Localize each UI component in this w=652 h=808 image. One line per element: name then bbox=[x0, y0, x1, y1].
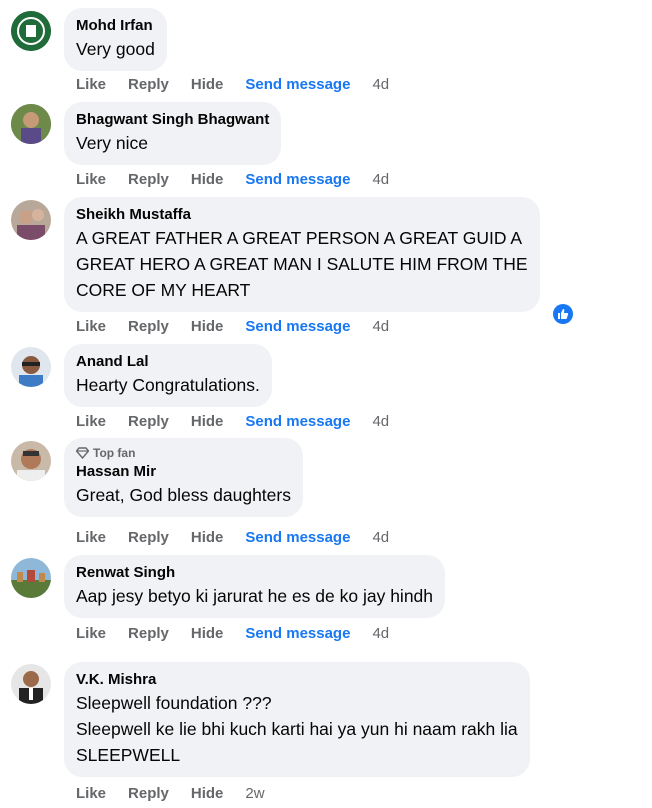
top-fan-label: Top fan bbox=[93, 446, 136, 460]
person-icon bbox=[11, 664, 51, 704]
like-button[interactable]: Like bbox=[76, 625, 106, 642]
hide-button[interactable]: Hide bbox=[191, 318, 224, 335]
timestamp[interactable]: 4d bbox=[372, 318, 389, 335]
comment-author[interactable]: V.K. Mishra bbox=[76, 670, 518, 690]
comment-author[interactable]: Mohd Irfan bbox=[76, 16, 155, 36]
like-icon bbox=[558, 309, 569, 319]
reply-button[interactable]: Reply bbox=[128, 529, 169, 546]
comment-actions: Like Reply Hide Send message 4d bbox=[76, 171, 411, 188]
reply-button[interactable]: Reply bbox=[128, 625, 169, 642]
like-button[interactable]: Like bbox=[76, 171, 106, 188]
like-button[interactable]: Like bbox=[76, 76, 106, 93]
avatar[interactable] bbox=[11, 11, 51, 51]
comment-actions: Like Reply Hide 2w bbox=[76, 785, 287, 802]
avatar[interactable] bbox=[11, 347, 51, 387]
comment-text: A GREAT FATHER A GREAT PERSON A GREAT GU… bbox=[76, 228, 523, 248]
like-button[interactable]: Like bbox=[76, 413, 106, 430]
reply-button[interactable]: Reply bbox=[128, 413, 169, 430]
logo-icon bbox=[11, 11, 51, 51]
comment-bubble: Mohd Irfan Very good bbox=[64, 8, 167, 71]
hide-button[interactable]: Hide bbox=[191, 785, 224, 802]
person-icon bbox=[11, 200, 51, 240]
send-message-button[interactable]: Send message bbox=[245, 529, 350, 546]
timestamp[interactable]: 4d bbox=[372, 76, 389, 93]
comment-text: Aap jesy betyo ki jarurat he es de ko ja… bbox=[76, 586, 434, 606]
hide-button[interactable]: Hide bbox=[191, 413, 224, 430]
timestamp[interactable]: 2w bbox=[245, 785, 264, 802]
reply-button[interactable]: Reply bbox=[128, 318, 169, 335]
comment-bubble: Anand Lal Hearty Congratulations. bbox=[64, 344, 272, 407]
comment-text: Great, God bless daughters bbox=[76, 485, 291, 505]
hide-button[interactable]: Hide bbox=[191, 529, 224, 546]
like-button[interactable]: Like bbox=[76, 529, 106, 546]
person-icon bbox=[11, 104, 51, 144]
comment-actions: Like Reply Hide Send message 4d bbox=[76, 413, 411, 430]
like-button[interactable]: Like bbox=[76, 318, 106, 335]
comment-text: SLEEPWELL bbox=[76, 745, 181, 765]
comment-author[interactable]: Hassan Mir bbox=[76, 462, 291, 482]
send-message-button[interactable]: Send message bbox=[245, 76, 350, 93]
timestamp[interactable]: 4d bbox=[372, 529, 389, 546]
comment-author[interactable]: Anand Lal bbox=[76, 352, 260, 372]
like-button[interactable]: Like bbox=[76, 785, 106, 802]
comment-text: GREAT HERO A GREAT MAN I SALUTE HIM FROM… bbox=[76, 254, 528, 274]
send-message-button[interactable]: Send message bbox=[245, 413, 350, 430]
timestamp[interactable]: 4d bbox=[372, 171, 389, 188]
avatar[interactable] bbox=[11, 441, 51, 481]
comment-bubble: V.K. Mishra Sleepwell foundation ??? Sle… bbox=[64, 662, 530, 777]
avatar[interactable] bbox=[11, 200, 51, 240]
comment-bubble: Top fan Hassan Mir Great, God bless daug… bbox=[64, 438, 303, 517]
comment-author[interactable]: Sheikh Mustaffa bbox=[76, 205, 528, 225]
comment-text: Sleepwell ke lie bhi kuch karti hai ya y… bbox=[76, 719, 518, 739]
comment-actions: Like Reply Hide Send message 4d bbox=[76, 529, 411, 546]
comment-author[interactable]: Renwat Singh bbox=[76, 563, 433, 583]
avatar[interactable] bbox=[11, 558, 51, 598]
landscape-icon bbox=[11, 558, 51, 598]
comment-bubble: Sheikh Mustaffa A GREAT FATHER A GREAT P… bbox=[64, 197, 540, 312]
comment-text: Hearty Congratulations. bbox=[76, 375, 260, 395]
hide-button[interactable]: Hide bbox=[191, 625, 224, 642]
comment-text: Very nice bbox=[76, 133, 148, 153]
timestamp[interactable]: 4d bbox=[372, 625, 389, 642]
reaction-badge[interactable] bbox=[551, 302, 575, 326]
timestamp[interactable]: 4d bbox=[372, 413, 389, 430]
person-icon bbox=[11, 441, 51, 481]
send-message-button[interactable]: Send message bbox=[245, 625, 350, 642]
comment-actions: Like Reply Hide Send message 4d bbox=[76, 318, 411, 335]
reply-button[interactable]: Reply bbox=[128, 76, 169, 93]
diamond-icon bbox=[76, 447, 89, 459]
person-icon bbox=[11, 347, 51, 387]
comment-bubble: Bhagwant Singh Bhagwant Very nice bbox=[64, 102, 282, 165]
reply-button[interactable]: Reply bbox=[128, 171, 169, 188]
hide-button[interactable]: Hide bbox=[191, 76, 224, 93]
comment-bubble: Renwat Singh Aap jesy betyo ki jarurat h… bbox=[64, 555, 446, 618]
avatar[interactable] bbox=[11, 664, 51, 704]
comment-author[interactable]: Bhagwant Singh Bhagwant bbox=[76, 110, 269, 130]
comment-text: Sleepwell foundation ??? bbox=[76, 693, 272, 713]
comment-actions: Like Reply Hide Send message 4d bbox=[76, 76, 411, 93]
send-message-button[interactable]: Send message bbox=[245, 318, 350, 335]
avatar[interactable] bbox=[11, 104, 51, 144]
comment-text: CORE OF MY HEART bbox=[76, 280, 251, 300]
comment-text: Very good bbox=[76, 39, 155, 59]
top-fan-badge: Top fan bbox=[76, 444, 291, 462]
hide-button[interactable]: Hide bbox=[191, 171, 224, 188]
reply-button[interactable]: Reply bbox=[128, 785, 169, 802]
send-message-button[interactable]: Send message bbox=[245, 171, 350, 188]
comment-actions: Like Reply Hide Send message 4d bbox=[76, 625, 411, 642]
